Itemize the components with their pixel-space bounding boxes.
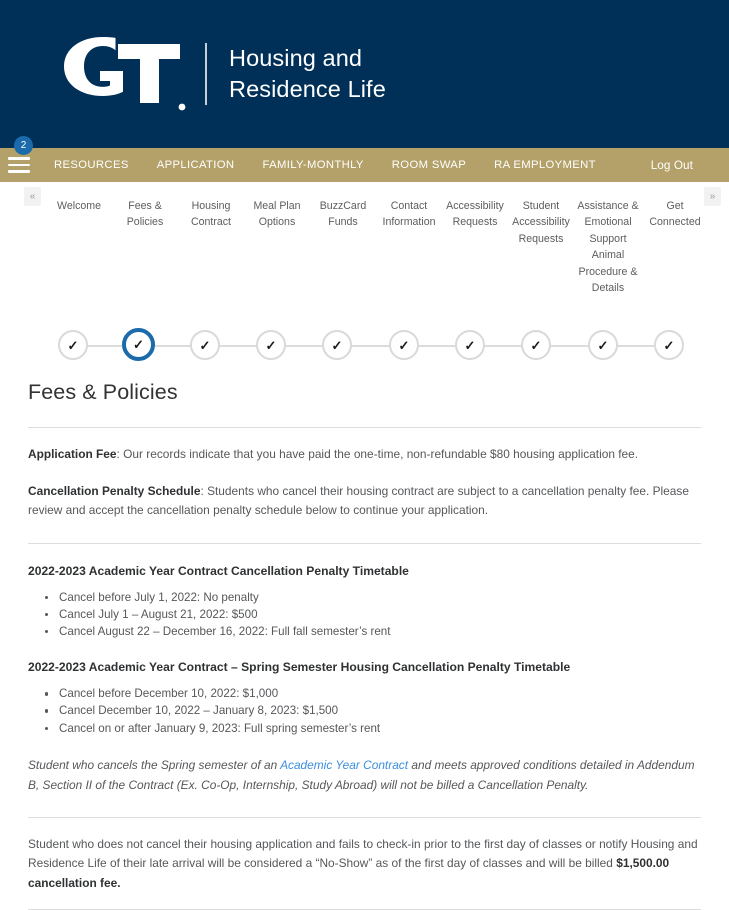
logout-link[interactable]: Log Out: [637, 159, 707, 172]
step-6[interactable]: ✓: [389, 330, 419, 360]
nav-item-family-monthly[interactable]: FAMILY-MONTHLY: [248, 159, 377, 171]
check-icon: ✓: [597, 337, 609, 353]
primary-navbar: 2 RESOURCES APPLICATION FAMILY-MONTHLY R…: [0, 136, 729, 182]
tab-housing-contract[interactable]: Housing Contract: [178, 198, 244, 231]
list-item: Cancel before July 1, 2022: No penalty: [45, 589, 701, 606]
check-icon: ✓: [331, 337, 343, 353]
nav-item-resources[interactable]: RESOURCES: [40, 159, 143, 171]
list-item: Cancel December 10, 2022 – January 8, 20…: [45, 702, 701, 719]
step-2[interactable]: ✓: [122, 328, 155, 361]
list-item: Cancel August 22 – December 16, 2022: Fu…: [45, 623, 701, 640]
check-icon: ✓: [398, 337, 410, 353]
step-10[interactable]: ✓: [654, 330, 684, 360]
tabs-list: Welcome Fees & Policies Housing Contract…: [0, 198, 729, 296]
logo-divider: [205, 43, 207, 105]
application-fee-text: : Our records indicate that you have pai…: [116, 447, 639, 461]
tabs-next-arrow-icon[interactable]: »: [704, 187, 721, 206]
check-icon: ✓: [530, 337, 542, 353]
tab-student-accessibility-requests[interactable]: Student Accessibility Requests: [508, 198, 574, 247]
step-3[interactable]: ✓: [190, 330, 220, 360]
section-two-bullets: Cancel before December 10, 2022: $1,000 …: [28, 685, 701, 737]
application-fee-paragraph: Application Fee: Our records indicate th…: [28, 445, 701, 465]
tab-get-connected[interactable]: Get Connected: [642, 198, 708, 231]
nav-item-room-swap[interactable]: ROOM SWAP: [378, 159, 480, 171]
tab-welcome[interactable]: Welcome: [46, 198, 112, 214]
progress-line: [72, 345, 654, 347]
cancellation-label: Cancellation Penalty Schedule: [28, 483, 201, 498]
section-two-heading: 2022-2023 Academic Year Contract – Sprin…: [28, 660, 571, 675]
section-divider-two: [28, 816, 701, 818]
tab-accessibility-requests[interactable]: Accessibility Requests: [442, 198, 508, 231]
main-content: Fees & Policies Application Fee: Our rec…: [0, 380, 729, 910]
title-divider: [28, 427, 701, 428]
section-divider-one: [28, 542, 701, 544]
no-show-paragraph: Student who does not cancel their housin…: [28, 835, 701, 894]
nav-item-application[interactable]: APPLICATION: [143, 159, 249, 171]
logo-wrap[interactable]: Housing and Residence Life: [62, 35, 386, 113]
check-icon: ✓: [67, 337, 79, 353]
tab-meal-plan-options[interactable]: Meal Plan Options: [244, 198, 310, 231]
step-1[interactable]: ✓: [58, 330, 88, 360]
no-show-text: Student who does not cancel their housin…: [28, 836, 698, 871]
page-title: Fees & Policies: [28, 380, 178, 404]
check-icon: ✓: [199, 337, 211, 353]
site-title: Housing and Residence Life: [229, 45, 386, 102]
nav-item-ra-employment[interactable]: RA EMPLOYMENT: [480, 159, 610, 171]
step-8[interactable]: ✓: [521, 330, 551, 360]
nav-links: RESOURCES APPLICATION FAMILY-MONTHLY ROO…: [40, 159, 610, 171]
notification-badge[interactable]: 2: [14, 136, 33, 155]
check-icon: ✓: [663, 337, 675, 353]
check-icon: ✓: [265, 337, 277, 353]
section-one-heading: 2022-2023 Academic Year Contract Cancell…: [28, 563, 409, 578]
list-item: Cancel on or after January 9, 2023: Full…: [45, 720, 701, 737]
section-one-bullets: Cancel before July 1, 2022: No penalty C…: [28, 589, 701, 641]
list-item: Cancel before December 10, 2022: $1,000: [45, 685, 701, 702]
application-fee-label: Application Fee: [28, 447, 117, 461]
nav-right: Log Out: [637, 156, 729, 174]
step-7[interactable]: ✓: [455, 330, 485, 360]
spring-cancellation-note: Student who cancels the Spring semester …: [28, 755, 701, 795]
note-text-before-link: Student who cancels the Spring semester …: [28, 757, 281, 772]
step-5[interactable]: ✓: [322, 330, 352, 360]
progress-steps: ✓ ✓ ✓ ✓ ✓ ✓ ✓ ✓ ✓ ✓: [0, 318, 729, 374]
tab-buzzcard-funds[interactable]: BuzzCard Funds: [310, 198, 376, 231]
step-4[interactable]: ✓: [256, 330, 286, 360]
list-item: Cancel July 1 – August 21, 2022: $500: [45, 606, 701, 623]
check-icon: ✓: [133, 337, 144, 352]
gt-logo-icon: [64, 37, 186, 111]
tab-fees-policies[interactable]: Fees & Policies: [112, 198, 178, 231]
tabs-prev-arrow-icon[interactable]: «: [24, 187, 41, 206]
site-header: Housing and Residence Life: [0, 0, 729, 148]
tab-assistance-animal-procedure[interactable]: Assistance & Emotional Support Animal Pr…: [574, 198, 642, 296]
cancellation-schedule-paragraph: Cancellation Penalty Schedule: Students …: [28, 482, 701, 521]
hamburger-icon[interactable]: [8, 157, 30, 173]
academic-year-contract-link[interactable]: Academic Year Contract: [280, 758, 408, 772]
check-icon: ✓: [464, 337, 476, 353]
tab-contact-information[interactable]: Contact Information: [376, 198, 442, 231]
tabstrip: « » Welcome Fees & Policies Housing Cont…: [0, 182, 729, 312]
step-9[interactable]: ✓: [588, 330, 618, 360]
